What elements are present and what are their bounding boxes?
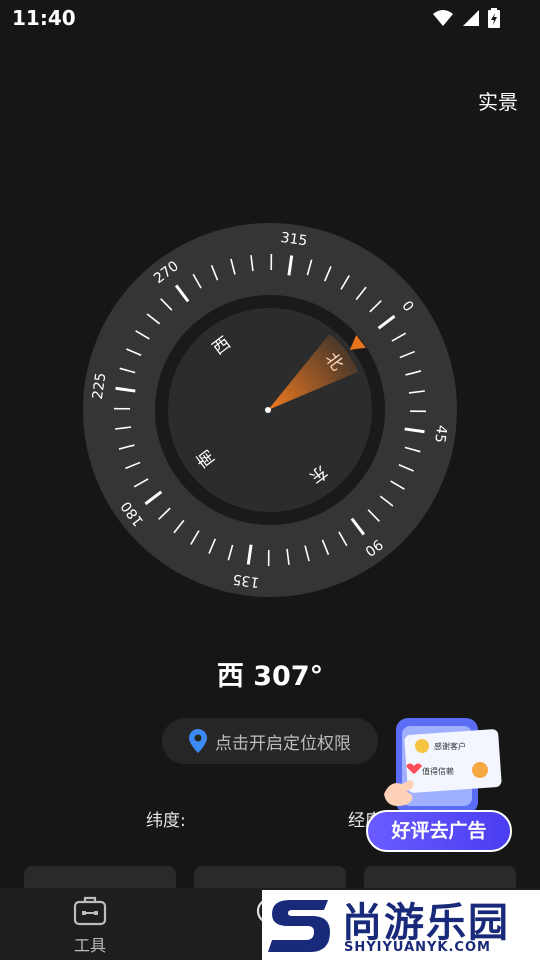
watermark: 尚游乐园 SHYIYUANYK.COM	[262, 890, 540, 960]
compass-dial: 04590135180225270315 北东南西	[83, 223, 457, 597]
nav-item-tools[interactable]: 工具	[62, 896, 118, 956]
wifi-icon	[433, 10, 453, 26]
compass-center-dot	[265, 407, 271, 413]
status-bar: 11:40	[0, 0, 540, 36]
enable-location-button[interactable]: 点击开启定位权限	[162, 718, 378, 764]
signal-icon	[463, 10, 479, 26]
promo-bubble-1: 感谢客户	[434, 741, 466, 751]
status-icons	[432, 8, 500, 28]
compass-scale-label: 45	[431, 424, 449, 444]
location-pin-icon	[189, 729, 207, 753]
watermark-logo-icon	[268, 900, 330, 952]
toolbox-icon	[73, 896, 107, 926]
nav-label-tools: 工具	[73, 936, 106, 955]
realview-button[interactable]: 实景	[478, 86, 518, 115]
remove-ads-button[interactable]: 好评去广告	[366, 810, 512, 852]
heading-readout: 西 307°	[216, 661, 324, 692]
location-button-label: 点击开启定位权限	[215, 733, 351, 754]
promo-bubble-2: 值得信赖	[422, 766, 454, 776]
latitude-label: 纬度:	[146, 811, 186, 831]
promo-illustration: 感谢客户 值得信赖	[384, 718, 502, 814]
watermark-url: SHYIYUANYK.COM	[344, 940, 491, 955]
battery-icon	[488, 8, 500, 28]
status-time: 11:40	[12, 6, 76, 30]
